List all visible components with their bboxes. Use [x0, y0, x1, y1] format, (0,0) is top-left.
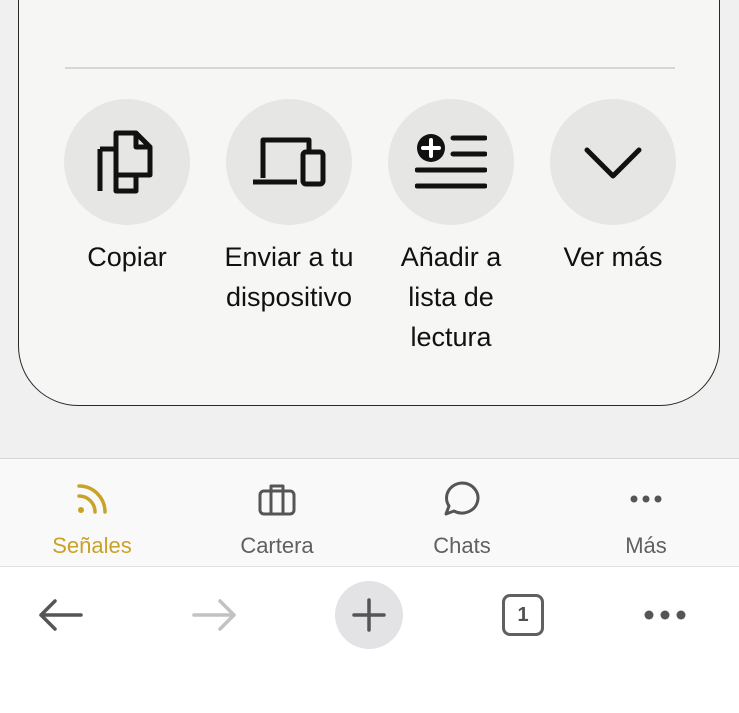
more-dots-icon [644, 610, 686, 620]
new-tab-button[interactable] [329, 575, 409, 655]
tab-switcher-button[interactable]: 1 [483, 575, 563, 655]
browser-menu-button[interactable] [625, 575, 705, 655]
chevron-down-icon [584, 147, 642, 179]
copy-label: Copiar [87, 242, 167, 272]
tab-cartera[interactable]: Cartera [207, 479, 347, 559]
copy-button[interactable] [64, 99, 190, 225]
more-dots-icon [630, 495, 662, 503]
copy-action[interactable]: Copiar [42, 99, 212, 277]
see-more-button[interactable] [550, 99, 676, 225]
add-to-reading-list-action[interactable]: Añadir a lista de lectura [366, 99, 536, 357]
back-button[interactable] [20, 575, 100, 655]
tab-label-chats: Chats [433, 533, 491, 558]
add-to-reading-list-button[interactable] [388, 99, 514, 225]
tab-mas[interactable]: Más [576, 479, 716, 559]
divider [65, 67, 675, 69]
tab-label-cartera: Cartera [240, 533, 314, 558]
send-to-device-label: Enviar a tu dispositivo [224, 242, 354, 312]
share-sheet: Copiar Enviar a tu dispositivo Añadir a … [18, 0, 720, 406]
tab-chats[interactable]: Chats [392, 479, 532, 559]
browser-toolbar: 1 [0, 566, 739, 713]
app-tab-bar: Señales Cartera Chats Más [0, 458, 739, 566]
feed-icon [77, 484, 107, 514]
see-more-action[interactable]: Ver más [528, 99, 698, 277]
tab-count: 1 [502, 594, 544, 636]
add-to-reading-list-label: Añadir a lista de lectura [400, 242, 502, 352]
forward-arrow-icon [192, 599, 236, 631]
plus-icon [352, 598, 386, 632]
send-to-device-action[interactable]: Enviar a tu dispositivo [204, 99, 374, 317]
see-more-label: Ver más [563, 242, 663, 272]
briefcase-icon [258, 484, 296, 516]
back-arrow-icon [39, 599, 83, 631]
devices-icon [253, 137, 326, 187]
forward-button[interactable] [175, 575, 255, 655]
add-to-reading-list-icon [415, 134, 487, 189]
send-to-device-button[interactable] [226, 99, 352, 225]
tab-label-senales: Señales [52, 533, 132, 558]
tab-label-mas: Más [625, 533, 667, 558]
chat-bubble-icon [444, 481, 480, 516]
tab-senales[interactable]: Señales [22, 479, 162, 559]
copy-icon [97, 130, 153, 194]
